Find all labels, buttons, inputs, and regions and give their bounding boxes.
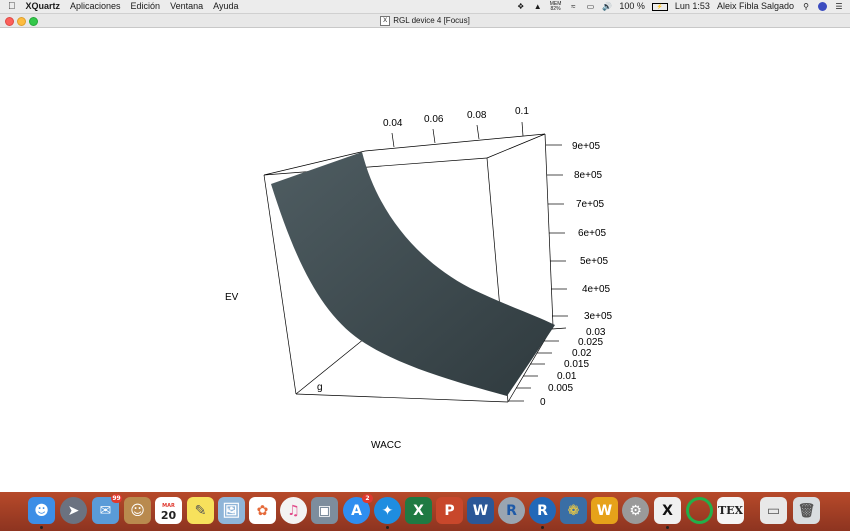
running-indicator [386,526,389,529]
tex-icon[interactable]: TEX [717,497,744,524]
menu-bar:  XQuartz Aplicaciones Edición Ventana A… [0,0,850,14]
running-indicator [541,526,544,529]
battery-percent[interactable]: 100 % [619,0,645,13]
excel-icon[interactable]: X [405,497,432,524]
notes-icon[interactable]: ✎ [187,497,214,524]
preview-icon[interactable]: 🖼 [218,497,245,524]
axis-label-g: g [317,382,323,393]
clock[interactable]: Lun 1:53 [675,0,710,13]
settings-icon[interactable]: ⚙ [622,497,649,524]
battery-icon[interactable]: ⚡ [651,2,668,11]
rgl-plot-canvas[interactable]: 0.04 0.06 0.08 0.1 9e+05 8e+05 7e+05 6e+… [0,28,850,492]
app-store-icon[interactable]: A2 [343,494,373,524]
apple-menu-icon[interactable]:  [8,0,16,13]
g-tick-label: 0.015 [564,359,589,370]
itunes-icon[interactable]: ♫ [280,497,307,524]
drive-icon[interactable]: ▲ [533,2,543,11]
right-tick-label: 6e+05 [578,228,607,239]
rgl-3d-plot[interactable]: 0.04 0.06 0.08 0.1 9e+05 8e+05 7e+05 6e+… [0,28,850,492]
window-title-bar[interactable]: X RGL device 4 [Focus] [0,14,850,28]
airplay-icon[interactable]: ▭ [585,2,595,11]
user-name[interactable]: Aleix Fibla Salgado [717,0,794,13]
menu-edicion[interactable]: Edición [131,0,161,13]
running-indicator [40,526,43,529]
memory-value: 82% [550,5,561,12]
x11-icon: X [380,15,391,26]
image-capture-icon[interactable]: ▣ [311,497,338,524]
g-tick-label: 0.025 [578,337,603,348]
notification-center-icon[interactable]: ☰ [834,2,844,11]
wifi-icon[interactable]: ≈ [568,2,578,11]
app-store-badge: 2 [362,494,373,503]
running-indicator [666,526,669,529]
contacts-icon[interactable]: ☺ [124,497,151,524]
g-tick-label: 0 [540,397,546,408]
word-icon[interactable]: W [467,497,494,524]
window-title: RGL device 4 [Focus] [393,16,470,25]
powerpoint-icon[interactable]: P [436,497,463,524]
dropbox-icon[interactable]: ❖ [516,2,526,11]
right-tick-label: 4e+05 [582,284,611,295]
right-tick-label: 7e+05 [576,199,605,210]
circle-app-icon[interactable] [686,497,713,524]
axis-label-ev: EV [225,292,239,303]
memory-monitor[interactable]: MEM 82% [550,1,562,12]
right-tick-label: 8e+05 [574,170,603,181]
wolfram-icon[interactable]: W [591,497,618,524]
top-axis-ticks [391,121,524,148]
g-tick-label: 0.01 [557,371,577,382]
axis-label-wacc: WACC [371,440,401,451]
top-tick-label: 0.08 [467,110,487,121]
right-tick-label: 9e+05 [572,141,601,152]
zoom-window-button[interactable] [29,17,38,26]
g-tick-label: 0.005 [548,383,573,394]
finder-icon[interactable]: ☻ [28,497,55,529]
menu-aplicaciones[interactable]: Aplicaciones [70,0,121,13]
right-tick-label: 3e+05 [584,311,613,322]
launchpad-icon[interactable]: ➤ [60,497,87,524]
top-tick-label: 0.1 [515,106,529,117]
ev-surface [271,152,555,396]
dock: ☻ ➤ ✉ 99 ☺ MAR 20 ✎ 🖼 ✿ ♫ ▣ A2 ✦ X P W R … [0,492,850,531]
volume-icon[interactable]: 🔊 [602,2,612,11]
top-tick-label: 0.04 [383,118,403,129]
xquartz-icon[interactable]: X [654,497,681,529]
g-tick-label: 0.02 [572,348,592,359]
downloads-folder-icon[interactable]: ▭ [760,497,787,524]
top-tick-label: 0.06 [424,114,444,125]
close-window-button[interactable] [5,17,14,26]
rstudio-icon[interactable]: R [498,497,525,524]
search-icon[interactable]: ⚲ [801,2,811,11]
siri-icon[interactable] [818,2,827,11]
python-icon[interactable]: ❁ [560,497,587,524]
menu-ventana[interactable]: Ventana [170,0,203,13]
trash-icon[interactable]: 🗑 [793,497,820,524]
right-tick-label: 5e+05 [580,256,609,267]
minimize-window-button[interactable] [17,17,26,26]
calendar-icon[interactable]: MAR 20 [155,497,182,524]
photos-icon[interactable]: ✿ [249,497,276,524]
mail-badge: 99 [111,494,122,503]
mail-icon[interactable]: ✉ 99 [92,494,122,524]
app-menu[interactable]: XQuartz [26,0,61,13]
calendar-day: 20 [160,508,177,522]
safari-icon[interactable]: ✦ [374,497,401,529]
menu-ayuda[interactable]: Ayuda [213,0,238,13]
r-icon[interactable]: R [529,497,556,529]
